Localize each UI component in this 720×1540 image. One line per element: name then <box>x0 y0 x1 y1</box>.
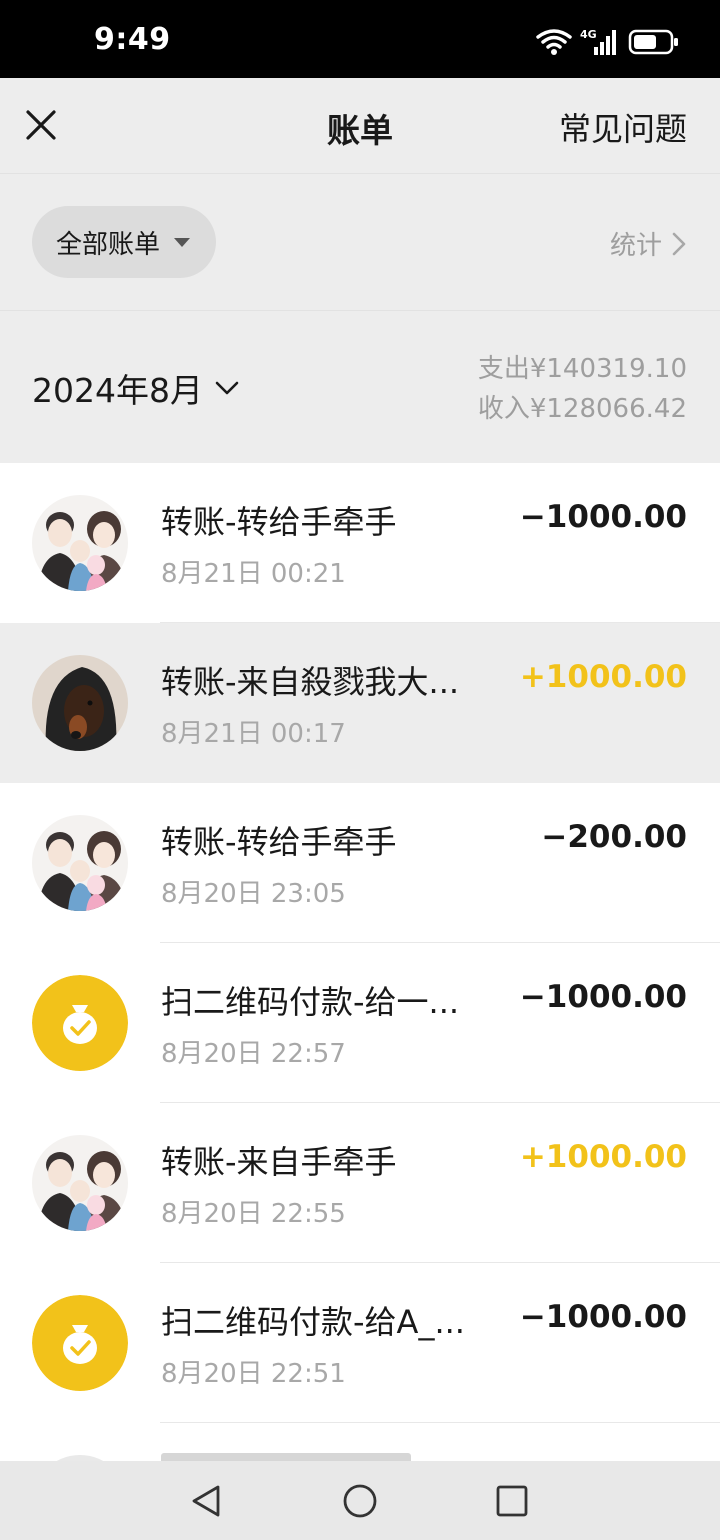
transaction-title: 转账-转给手牵手 <box>161 503 397 541</box>
transaction-title: 转账-转给手牵手 <box>161 823 397 861</box>
month-selector[interactable]: 2024年8月 <box>32 364 239 412</box>
month-totals: 支出¥140319.10 收入¥128066.42 <box>478 349 687 429</box>
bill-filter-dropdown[interactable]: 全部账单 <box>32 206 216 278</box>
status-icons: 4G <box>536 26 680 58</box>
month-summary: 2024年8月 支出¥140319.10 收入¥128066.42 <box>0 312 720 462</box>
chevron-right-icon <box>672 232 686 255</box>
transaction-row[interactable]: 扫二维码付款-给A_... 8月20日 22:51 −1000.00 <box>0 1263 720 1423</box>
caret-down-icon <box>174 237 191 247</box>
signal-4g-icon: 4G <box>580 28 616 55</box>
money-bag-icon <box>32 975 128 1071</box>
wifi-icon <box>536 29 572 55</box>
transaction-amount: −1000.00 <box>519 979 687 1015</box>
stats-label: 统计 <box>609 231 662 261</box>
transaction-time: 8月21日 00:17 <box>161 719 346 749</box>
transaction-row[interactable]: 转账-来自手牵手 8月20日 22:55 +1000.00 <box>0 1103 720 1263</box>
transaction-title: 扫二维码付款-给A_... <box>161 1303 465 1341</box>
transaction-title: 扫二维码付款-给一... <box>161 983 460 1021</box>
transaction-title: 转账-来自殺戮我大... <box>161 663 460 701</box>
transaction-amount: +1000.00 <box>519 1139 687 1175</box>
status-bar: 9:49 4G <box>0 0 720 78</box>
transaction-time: 8月20日 22:57 <box>161 1039 346 1069</box>
transaction-amount: −1000.00 <box>519 1299 687 1335</box>
transaction-row[interactable]: 扫二维码付款-给一... 8月20日 22:57 −1000.00 <box>0 943 720 1103</box>
transaction-amount: +1000.00 <box>519 659 687 695</box>
dog-avatar-icon <box>32 655 128 751</box>
transaction-time: 8月20日 23:05 <box>161 879 346 909</box>
transaction-amount: −1000.00 <box>519 499 687 535</box>
income-total: 收入¥128066.42 <box>477 394 687 424</box>
transaction-title: 转账-来自手牵手 <box>161 1143 397 1181</box>
transaction-row[interactable]: 转账-转给手牵手 8月20日 23:05 −200.00 <box>0 783 720 943</box>
bill-filter-label: 全部账单 <box>56 229 161 260</box>
system-nav-bar <box>0 1461 720 1540</box>
nav-bar: 账单 常见问题 <box>0 78 720 174</box>
family-avatar-icon <box>32 815 128 911</box>
transaction-title-partial <box>161 1453 411 1461</box>
transaction-amount: −200.00 <box>541 819 687 855</box>
transaction-row[interactable]: 转账-来自殺戮我大... 8月21日 00:17 +1000.00 <box>0 623 720 783</box>
family-avatar-icon <box>32 1135 128 1231</box>
money-bag-icon <box>32 1295 128 1391</box>
filter-bar: 全部账单 统计 <box>0 175 720 311</box>
transaction-list: 转账-转给手牵手 8月21日 00:21 −1000.00 转账-来自殺戮我大.… <box>0 463 720 1423</box>
back-icon[interactable] <box>186 1481 226 1521</box>
battery-icon <box>628 29 678 55</box>
status-time: 9:49 <box>94 22 171 57</box>
transaction-time: 8月21日 00:21 <box>161 559 346 589</box>
home-icon[interactable] <box>340 1481 380 1521</box>
transaction-time: 8月20日 22:55 <box>161 1199 346 1229</box>
chevron-down-icon <box>215 381 239 395</box>
recents-icon[interactable] <box>492 1481 532 1521</box>
month-label: 2024年8月 <box>32 371 203 410</box>
transaction-row-partial[interactable] <box>0 1423 720 1461</box>
family-avatar-icon <box>32 495 128 591</box>
network-label: 4G <box>580 28 597 41</box>
stats-link[interactable]: 统计 <box>610 225 686 262</box>
transaction-row[interactable]: 转账-转给手牵手 8月21日 00:21 −1000.00 <box>0 463 720 623</box>
faq-button[interactable]: 常见问题 <box>559 104 687 150</box>
expense-total: 支出¥140319.10 <box>477 354 687 384</box>
transaction-time: 8月20日 22:51 <box>161 1359 346 1389</box>
